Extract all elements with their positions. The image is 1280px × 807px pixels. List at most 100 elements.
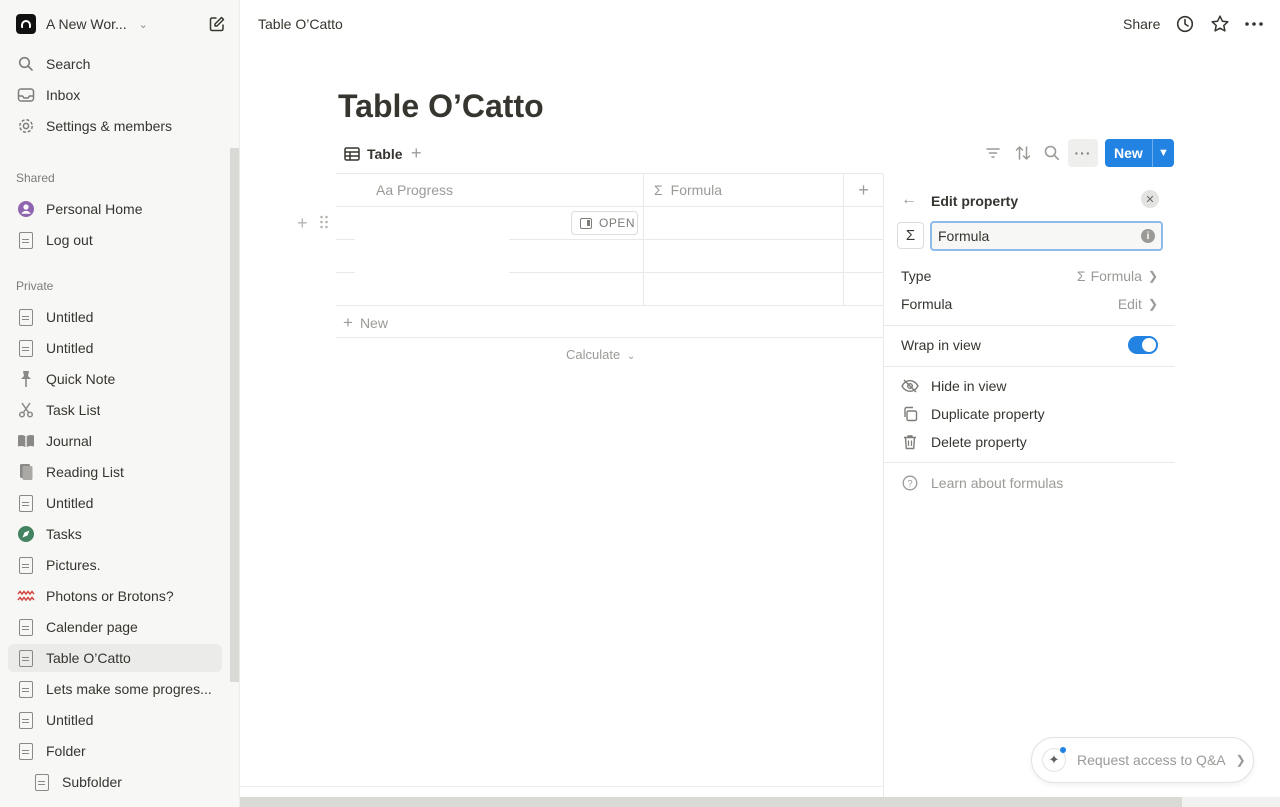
hide-in-view-button[interactable]: Hide in view (901, 376, 1006, 396)
column-header-progress[interactable]: Aa Progress (336, 174, 643, 206)
sidebar-item-calender-page[interactable]: Calender page (8, 613, 222, 641)
sidebar-item-personal-home[interactable]: Personal Home (8, 195, 222, 223)
row-divider (336, 305, 883, 306)
divider (884, 462, 1175, 463)
property-name-input[interactable] (930, 221, 1163, 251)
row-divider (336, 206, 883, 207)
sidebar-item-subfolder[interactable]: Subfolder (24, 768, 222, 796)
formula-label: Formula (901, 296, 953, 312)
sidebar-item-search[interactable]: Search (8, 50, 222, 78)
search-icon[interactable] (1043, 144, 1061, 162)
info-icon[interactable]: i (1141, 229, 1155, 243)
workspace-switcher[interactable]: A New Wor... ⌄ (8, 10, 232, 38)
close-icon[interactable]: ✕ (1141, 190, 1159, 208)
column-header-label: Formula (670, 182, 723, 198)
sidebar-item-label: Journal (46, 433, 92, 449)
learn-label: Learn about formulas (931, 475, 1064, 491)
property-type-row[interactable]: Type Σ Formula ❯ (901, 266, 1158, 286)
add-row-icon[interactable]: + (297, 213, 308, 234)
learn-about-formulas-link[interactable]: ? Learn about formulas (901, 473, 1063, 493)
sidebar-item-task-list[interactable]: Task List (8, 396, 222, 424)
open-label: OPEN (599, 216, 636, 230)
new-record-button[interactable]: New ▼ (1105, 139, 1174, 167)
sidebar-item-untitled[interactable]: Untitled (8, 489, 222, 517)
add-new-row-button[interactable]: + New (343, 313, 388, 333)
user-circle-icon (16, 199, 36, 219)
clock-icon[interactable] (1175, 14, 1195, 34)
page-icon (16, 741, 36, 761)
sidebar-item-label: Untitled (46, 495, 94, 511)
edit-property-panel: ← Edit property ✕ Σ i Type Σ Formula ❯ F… (883, 174, 1175, 797)
sidebar-item-lets-make-some-progress[interactable]: Lets make some progres... (8, 675, 222, 703)
star-icon[interactable] (1210, 14, 1230, 34)
request-qa-access-button[interactable]: ✦ Request access to Q&A ❯ (1031, 737, 1254, 783)
add-view-icon[interactable]: + (411, 143, 422, 164)
more-icon[interactable] (1244, 14, 1264, 34)
new-page-icon[interactable] (208, 15, 226, 33)
chevron-down-icon: ⌄ (138, 18, 148, 31)
sidebar-item-settings[interactable]: Settings & members (8, 112, 222, 140)
chevron-down-icon: ⌄ (626, 351, 636, 362)
wrap-toggle[interactable] (1128, 336, 1158, 354)
column-header-formula[interactable]: Σ Formula (644, 174, 843, 206)
sidebar-item-untitled[interactable]: Untitled (8, 334, 222, 362)
wrap-in-view-row[interactable]: Wrap in view (901, 335, 1158, 355)
sidebar-item-table-ocatto[interactable]: Table O’Catto (8, 644, 222, 672)
type-label: Type (901, 268, 932, 284)
sidebar-item-label: Folder (46, 743, 86, 759)
formula-edit-row[interactable]: Formula Edit ❯ (901, 294, 1158, 314)
sidebar-item-inbox[interactable]: Inbox (8, 81, 222, 109)
page-icon (16, 230, 36, 250)
book-icon (16, 431, 36, 451)
delete-property-button[interactable]: Delete property (901, 432, 1027, 452)
duplicate-label: Duplicate property (931, 406, 1045, 422)
breadcrumb[interactable]: Table O’Catto (258, 16, 343, 32)
tab-table-view[interactable]: Table (344, 144, 403, 164)
sidebar-item-reading-list[interactable]: Reading List (8, 458, 222, 486)
property-icon-button[interactable]: Σ (897, 222, 924, 249)
sidebar-item-untitled[interactable]: Untitled (8, 303, 222, 331)
open-row-button[interactable]: OPEN (571, 211, 638, 235)
sigma-icon: Σ (905, 227, 916, 244)
sigma-icon: Σ (1076, 268, 1086, 284)
books-icon (16, 462, 36, 482)
panel-title: Edit property (931, 193, 1019, 209)
sidebar-item-untitled[interactable]: Untitled (8, 706, 222, 734)
view-options-button[interactable]: ··· (1068, 139, 1098, 167)
topbar: Table O’Catto Share (240, 0, 1280, 46)
new-row-label: New (359, 315, 388, 331)
horizontal-scrollbar[interactable] (240, 797, 1182, 807)
drag-handle-icon[interactable] (319, 214, 329, 230)
sidebar-item-pictures[interactable]: Pictures. (8, 551, 222, 579)
page-title[interactable]: Table O’Catto (338, 88, 544, 125)
filter-icon[interactable] (984, 144, 1002, 162)
sidebar-item-label: Settings & members (46, 118, 173, 134)
sort-icon[interactable] (1014, 144, 1032, 162)
add-column-icon[interactable]: + (844, 174, 883, 206)
calculate-button[interactable]: Calculate ⌄ (566, 347, 635, 362)
back-arrow-icon[interactable]: ← (901, 191, 917, 209)
pin-icon (16, 369, 36, 389)
table-icon (344, 147, 360, 161)
sidebar-scrollbar[interactable] (230, 148, 239, 682)
sidebar-item-label: Untitled (46, 340, 94, 356)
sidebar-item-log-out[interactable]: Log out (8, 226, 222, 254)
wave-icon (16, 586, 36, 606)
sidebar-item-label: Photons or Brotons? (46, 588, 174, 604)
page-icon (16, 679, 36, 699)
share-button[interactable]: Share (1123, 16, 1160, 32)
chevron-down-icon[interactable]: ▼ (1152, 139, 1174, 167)
sidebar-item-label: Inbox (46, 87, 81, 103)
sidebar-item-folder[interactable]: Folder (8, 737, 222, 765)
chevron-right-icon: ❯ (1147, 269, 1158, 283)
sidebar-item-photons-or-brotons[interactable]: Photons or Brotons? (8, 582, 222, 610)
sidebar-item-quick-note[interactable]: Quick Note (8, 365, 222, 393)
sidebar-item-label: Lets make some progres... (46, 681, 212, 697)
sidebar-item-label: Subfolder (62, 774, 122, 790)
page-icon (16, 617, 36, 637)
side-peek-icon (580, 217, 592, 229)
sidebar-item-tasks[interactable]: Tasks (8, 520, 222, 548)
sidebar-item-label: Calender page (46, 619, 138, 635)
sidebar-item-journal[interactable]: Journal (8, 427, 222, 455)
duplicate-property-button[interactable]: Duplicate property (901, 404, 1045, 424)
